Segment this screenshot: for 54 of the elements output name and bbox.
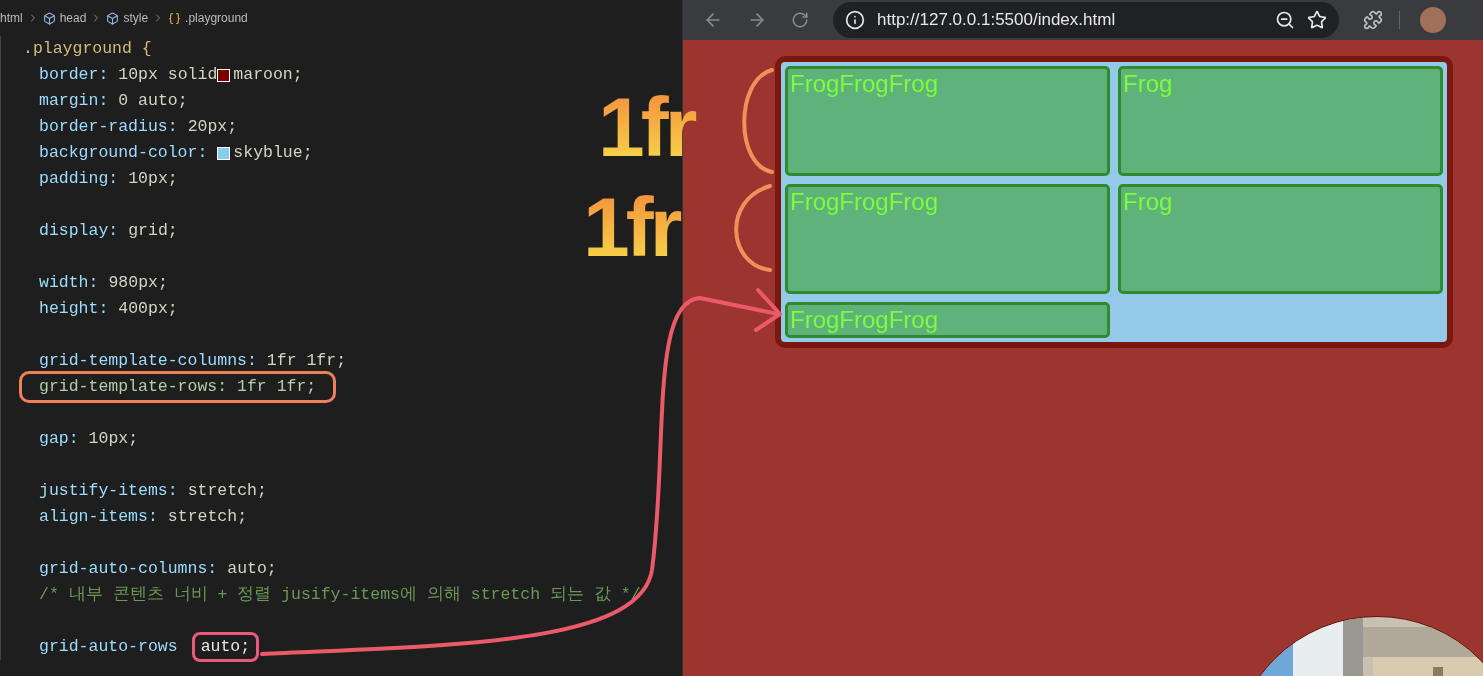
code-line: .playground { [23,37,152,60]
code-comment: /* 내부 콘텐츠 너비 + 정렬 jusify-items에 의해 stretch 되는 값 */ [39,583,641,606]
code-value: skyblue; [233,141,313,164]
color-swatch[interactable] [217,68,231,82]
code-property: grid-auto-rows [39,635,178,658]
code-value: grid; [128,219,178,242]
code-value: auto; [191,631,260,663]
code-value: 10px; [88,427,139,450]
grid-item: FrogFrogFrog [785,302,1110,338]
grid-item: FrogFrogFrog [785,66,1110,176]
code-property: border: [39,63,109,86]
code-property: background-color: [39,141,208,164]
reload-icon[interactable] [791,11,809,29]
code-property: width: [39,271,99,294]
url-text: http://127.0.0.1:5500/index.html [877,9,1117,32]
cube-icon [42,11,56,25]
braces-icon [168,11,182,25]
code-value: maroon; [233,63,303,86]
code-property: border-radius: [39,115,178,138]
grid-item: Frog [1118,184,1443,294]
code-property: gap: [39,427,79,450]
code-value: 20px; [187,115,238,138]
code-property: grid-auto-columns: [39,557,218,580]
code-value: auto; [227,557,277,580]
bookmark-star-icon[interactable] [1307,10,1327,30]
code-value: 980px; [108,271,168,294]
code-property: padding: [39,167,119,190]
code-property: justify-items: [39,479,178,502]
code-value: 400px; [118,297,178,320]
breadcrumb-item[interactable]: .playground [185,9,248,27]
color-swatch[interactable] [217,146,231,160]
code-property: margin: [39,89,109,112]
info-icon[interactable] [845,10,865,30]
breadcrumb-item[interactable]: style [123,9,149,27]
breadcrumb-item[interactable]: head [59,9,87,27]
code-value: stretch; [167,505,248,528]
code-line: grid-template-rows: 1fr 1fr; [19,370,337,404]
grid-item: FrogFrogFrog [785,184,1110,294]
breadcrumb-item[interactable]: html [0,9,23,27]
profile-avatar[interactable] [1420,7,1446,33]
address-bar[interactable]: http://127.0.0.1:5500/index.html [833,2,1339,38]
code-value: 1fr 1fr; [266,349,347,372]
code-value: 10px; [128,167,178,190]
code-value: 10px solid [118,63,218,86]
code-property: grid-template-columns: [39,349,257,372]
extensions-icon[interactable] [1363,10,1383,30]
code-property: align-items: [39,505,158,528]
cube-icon [106,11,120,25]
code-property: height: [39,297,109,320]
zoom-out-icon[interactable] [1275,10,1295,30]
code-value: stretch; [187,479,267,502]
code-value: 0 auto; [118,89,188,112]
code-property: display: [39,219,119,242]
grid-item: Frog [1118,66,1443,176]
